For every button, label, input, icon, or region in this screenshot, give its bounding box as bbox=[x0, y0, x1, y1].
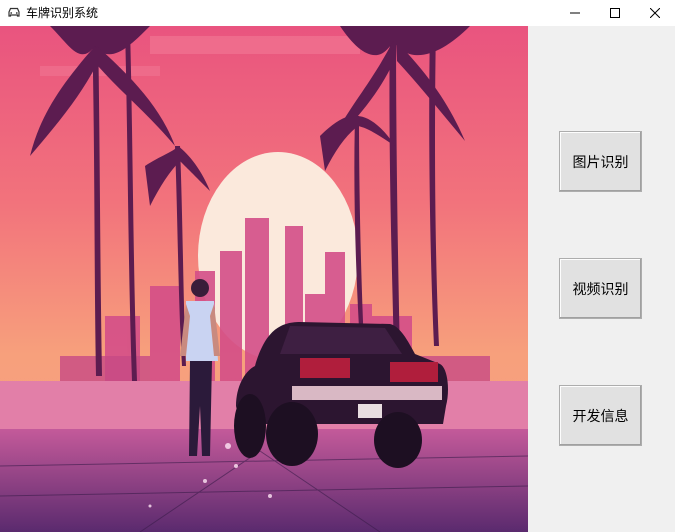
image-recognition-button[interactable]: 图片识别 bbox=[559, 131, 642, 192]
title-bar: 车牌识别系统 bbox=[0, 0, 675, 26]
maximize-button[interactable] bbox=[595, 0, 635, 26]
minimize-button[interactable] bbox=[555, 0, 595, 26]
car-icon bbox=[8, 7, 20, 17]
close-button[interactable] bbox=[635, 0, 675, 26]
window-title: 车牌识别系统 bbox=[26, 6, 99, 20]
minimize-icon bbox=[570, 12, 580, 14]
video-recognition-button[interactable]: 视频识别 bbox=[559, 258, 642, 319]
image-display bbox=[0, 26, 528, 532]
developer-info-button[interactable]: 开发信息 bbox=[559, 385, 642, 446]
synthwave-scene-image bbox=[0, 26, 528, 532]
close-icon bbox=[650, 8, 660, 18]
maximize-icon bbox=[610, 8, 620, 18]
